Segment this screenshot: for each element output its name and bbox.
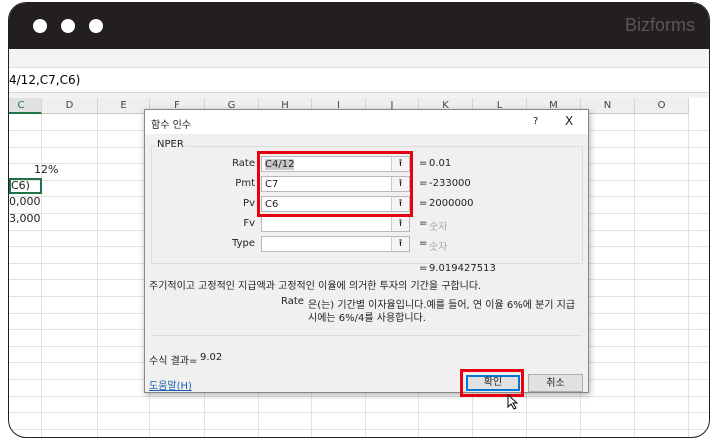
equals-sign: = <box>419 218 428 229</box>
arg-result-pv: 2000000 <box>429 198 474 209</box>
equals-sign: = <box>419 238 428 249</box>
equals-sign: = <box>419 198 428 209</box>
column-header-N[interactable]: N <box>581 98 635 114</box>
arg-result-fv: 숫자 <box>429 222 448 233</box>
formula-bar[interactable]: 4/12,C7,C6) <box>9 68 709 93</box>
cell[interactable]: 12% <box>34 162 58 178</box>
dialog-title: 함수 인수 <box>151 120 191 131</box>
mouse-cursor-icon <box>507 394 519 410</box>
equals-sign: = <box>419 178 428 189</box>
brand-logo: Bizforms <box>624 15 695 35</box>
ribbon <box>9 49 709 68</box>
arg-label-rate: Rate <box>232 158 255 169</box>
arg-label-type: Type <box>232 238 255 249</box>
function-name: NPER <box>155 139 186 150</box>
equals-sign: = <box>419 158 428 169</box>
window-dot-icon <box>33 19 47 33</box>
cell[interactable]: 0,000 <box>9 194 41 210</box>
ok-button[interactable]: 확인 <box>466 375 520 391</box>
collapse-dialog-icon[interactable]: ⭱ <box>391 237 409 251</box>
title-bar: Bizforms <box>9 3 709 49</box>
active-cell[interactable]: C6) <box>9 178 42 194</box>
window-dot-icon <box>89 19 103 33</box>
window-dot-icon <box>61 19 75 33</box>
cell[interactable]: 3,000 <box>9 211 41 227</box>
equals-sign: = <box>419 263 428 274</box>
function-description: 주기적이고 고정적인 지급액과 고정적인 이율에 의거한 투자의 기간을 구합니… <box>149 281 482 292</box>
arg-input-fv[interactable]: ⭱ <box>261 216 410 232</box>
formula-result: 9.02 <box>200 352 223 363</box>
arg-label-fv: Fv <box>243 218 255 229</box>
column-header-E[interactable]: E <box>98 98 150 114</box>
formula-result-label: 수식 결과= <box>149 356 198 367</box>
formula-text: 4/12,C7,C6) <box>9 73 81 87</box>
help-link[interactable]: 도움말(H) <box>149 377 192 392</box>
cancel-button[interactable]: 취소 <box>528 374 583 392</box>
arg-label-pv: Pv <box>243 198 255 209</box>
arg-input-type[interactable]: ⭱ <box>261 236 410 252</box>
arg-label-pmt: Pmt <box>235 178 255 189</box>
arg-help-name: Rate <box>281 296 304 307</box>
highlight-box <box>257 151 413 217</box>
collapse-dialog-icon[interactable]: ⭱ <box>391 217 409 231</box>
arg-help-text-2: 시에는 6%/4를 사용합니다. <box>308 313 426 324</box>
function-arguments-dialog: 함수 인수 ? X NPER Rate C4/12 ⭱ = 0.01 Pmt C7… <box>144 109 589 410</box>
column-header-O[interactable]: O <box>635 98 689 114</box>
close-icon[interactable]: X <box>565 114 573 128</box>
help-button[interactable]: ? <box>533 116 538 127</box>
total-result: 9.019427513 <box>429 263 496 274</box>
arg-result-rate: 0.01 <box>429 158 452 169</box>
dialog-title-bar: 함수 인수 ? X <box>145 110 588 134</box>
column-header-D[interactable]: D <box>42 98 98 114</box>
arg-result-type: 숫자 <box>429 242 448 253</box>
arg-result-pmt: -233000 <box>429 178 471 189</box>
column-header-C[interactable]: C <box>9 98 42 114</box>
